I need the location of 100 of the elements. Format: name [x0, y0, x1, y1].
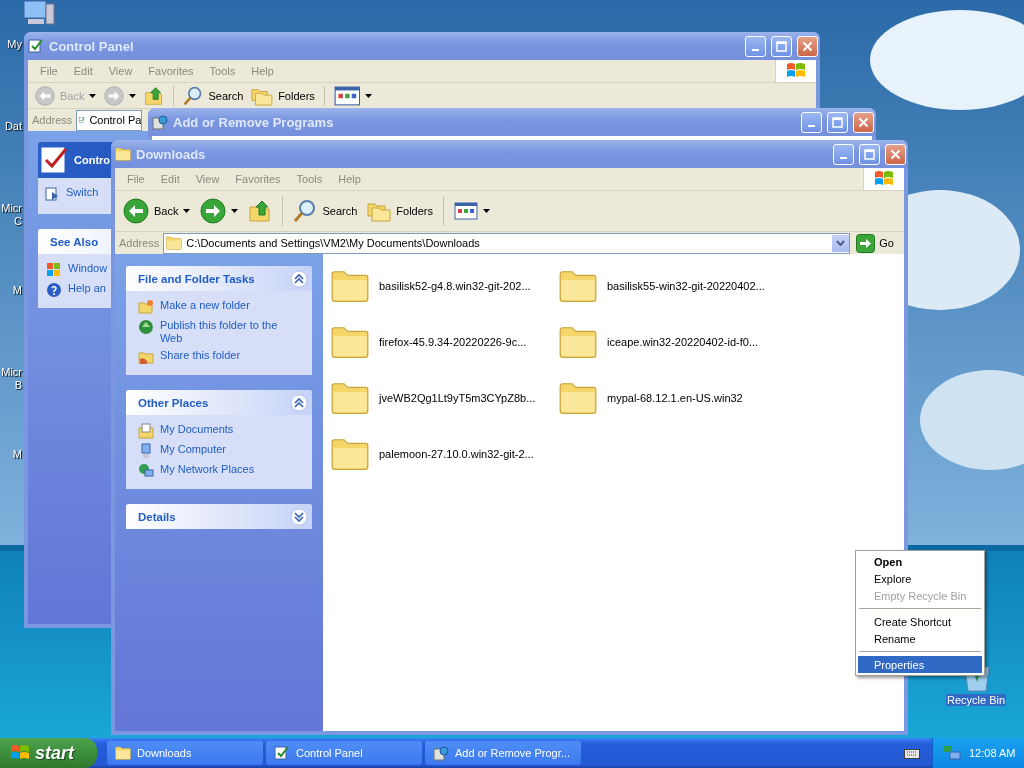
network-icon[interactable] — [943, 745, 961, 761]
menu-item[interactable]: File — [119, 173, 153, 185]
maximize-button[interactable] — [859, 143, 880, 165]
task-link[interactable]: My Computer — [138, 443, 227, 459]
caret-icon — [183, 209, 191, 213]
expand-button[interactable] — [290, 507, 308, 526]
task-link[interactable]: Make a new folder — [138, 299, 250, 315]
logo-icon — [786, 62, 806, 80]
menu-item[interactable]: Favorites — [227, 173, 289, 185]
minimize-icon — [752, 48, 759, 51]
shared-folder-icon — [138, 349, 154, 365]
menu-item[interactable]: View — [100, 65, 141, 77]
menu-item[interactable]: Open — [858, 553, 982, 570]
desktop-icon-label: M — [12, 284, 22, 297]
folder-item[interactable]: mypal-68.12.1.en-US.win32 — [559, 378, 789, 418]
computer-icon — [22, 0, 56, 26]
collapse-button[interactable] — [290, 269, 308, 288]
views-icon — [454, 202, 478, 220]
address-field[interactable]: C:\Documents and Settings\VM2\My Documents\Downloads — [163, 232, 851, 254]
caret-icon — [483, 209, 490, 213]
menu-item[interactable]: Help — [243, 65, 282, 77]
clock: 12:08 AM — [969, 747, 1016, 759]
menu-item[interactable]: Tools — [201, 65, 244, 77]
taskbar-button[interactable]: Add or Remove Progr... — [425, 741, 581, 765]
folder-item[interactable]: iceape.win32-20220402-id-f0... — [559, 322, 789, 362]
dropdown-button[interactable] — [832, 234, 850, 252]
minimize-icon — [840, 156, 847, 159]
caret-icon — [836, 240, 846, 246]
maximize-icon — [864, 148, 875, 160]
windows-flag-icon — [46, 262, 62, 278]
minimize-button[interactable] — [745, 35, 766, 57]
collapse-icon — [290, 269, 308, 288]
caret-icon — [231, 209, 239, 213]
views-icon — [333, 85, 361, 106]
maximize-button[interactable] — [827, 111, 848, 133]
task-link[interactable]: Publish this folder to the Web — [138, 319, 302, 345]
menu-item[interactable]: Tools — [288, 173, 331, 185]
task-link[interactable]: My Network Places — [138, 463, 255, 479]
folder-item[interactable]: palemoon-27.10.0.win32-git-2... — [331, 434, 559, 474]
control-panel-icon — [40, 145, 70, 175]
pane-title: Details — [138, 510, 176, 523]
help-icon — [46, 282, 62, 298]
pane-title: Contro — [74, 154, 111, 166]
address-label: Address — [32, 114, 73, 126]
window-title: Downloads — [136, 146, 207, 162]
folder-icon — [559, 269, 597, 303]
task-link[interactable]: Switch — [44, 186, 99, 202]
minimize-button[interactable] — [801, 111, 822, 133]
folders-button[interactable]: Folders — [248, 85, 318, 106]
close-button[interactable] — [853, 111, 874, 133]
minimize-button[interactable] — [833, 143, 854, 165]
search-button[interactable]: Search — [289, 197, 362, 225]
menu-item[interactable]: Help — [330, 173, 369, 185]
start-button[interactable]: start — [0, 738, 97, 768]
desktop-icon-label: M — [12, 448, 22, 461]
menu-item[interactable]: Explore — [858, 570, 982, 587]
task-link[interactable]: Window — [46, 262, 108, 278]
taskbar-button[interactable]: Downloads — [107, 741, 263, 765]
folder-item[interactable]: basilisk52-g4.8.win32-git-202... — [331, 266, 559, 306]
collapse-button[interactable] — [290, 393, 308, 412]
search-button[interactable]: Search — [180, 85, 247, 106]
new-folder-icon — [138, 299, 154, 315]
menu-item[interactable]: Properties — [858, 656, 982, 673]
menu-item[interactable]: Create Shortcut — [858, 613, 982, 630]
folders-icon — [367, 200, 392, 222]
folder-item[interactable]: basilisk55-win32-git-20220402... — [559, 266, 789, 306]
maximize-button[interactable] — [771, 35, 792, 57]
folder-item[interactable]: firefox-45.9.34-20220226-9c... — [331, 322, 559, 362]
back-button[interactable]: Back — [119, 196, 195, 226]
menu-item[interactable]: View — [187, 173, 228, 185]
close-button[interactable] — [797, 35, 818, 57]
menu-item[interactable]: Edit — [152, 173, 188, 185]
task-link[interactable]: Share this folder — [138, 349, 241, 365]
folder-icon — [115, 147, 131, 161]
taskbar-button[interactable]: Control Panel — [266, 741, 422, 765]
search-icon — [183, 85, 204, 106]
menu-item[interactable]: Edit — [65, 65, 101, 77]
address-field[interactable]: Control Pa — [76, 109, 143, 131]
task-link[interactable]: My Documents — [138, 423, 234, 439]
menu-item[interactable]: Rename — [858, 630, 982, 647]
close-icon — [858, 116, 869, 128]
menu-item[interactable]: Favorites — [140, 65, 202, 77]
up-folder-icon — [144, 85, 165, 106]
menu-item[interactable]: File — [32, 65, 66, 77]
control-panel-icon — [274, 745, 290, 761]
task-link[interactable]: Help an — [46, 282, 106, 298]
up-folder-icon — [248, 199, 273, 223]
close-button[interactable] — [885, 143, 906, 165]
folder-item[interactable]: jveWB2Qg1Lt9yT5m3CYpZ8b... — [331, 378, 559, 418]
documents-icon — [138, 423, 154, 439]
desktop-icon-label[interactable]: Recycle Bin — [946, 694, 1007, 706]
desktop-icon-label: C — [14, 215, 22, 228]
folder-icon — [331, 437, 369, 471]
minimize-icon — [808, 124, 815, 127]
go-button[interactable]: Go — [854, 233, 900, 253]
folders-button[interactable]: Folders — [363, 198, 437, 224]
keyboard-icon[interactable] — [904, 747, 920, 759]
pane-title: See Also — [50, 235, 99, 248]
caret-icon — [89, 93, 97, 98]
pane-title: File and Folder Tasks — [138, 272, 255, 285]
